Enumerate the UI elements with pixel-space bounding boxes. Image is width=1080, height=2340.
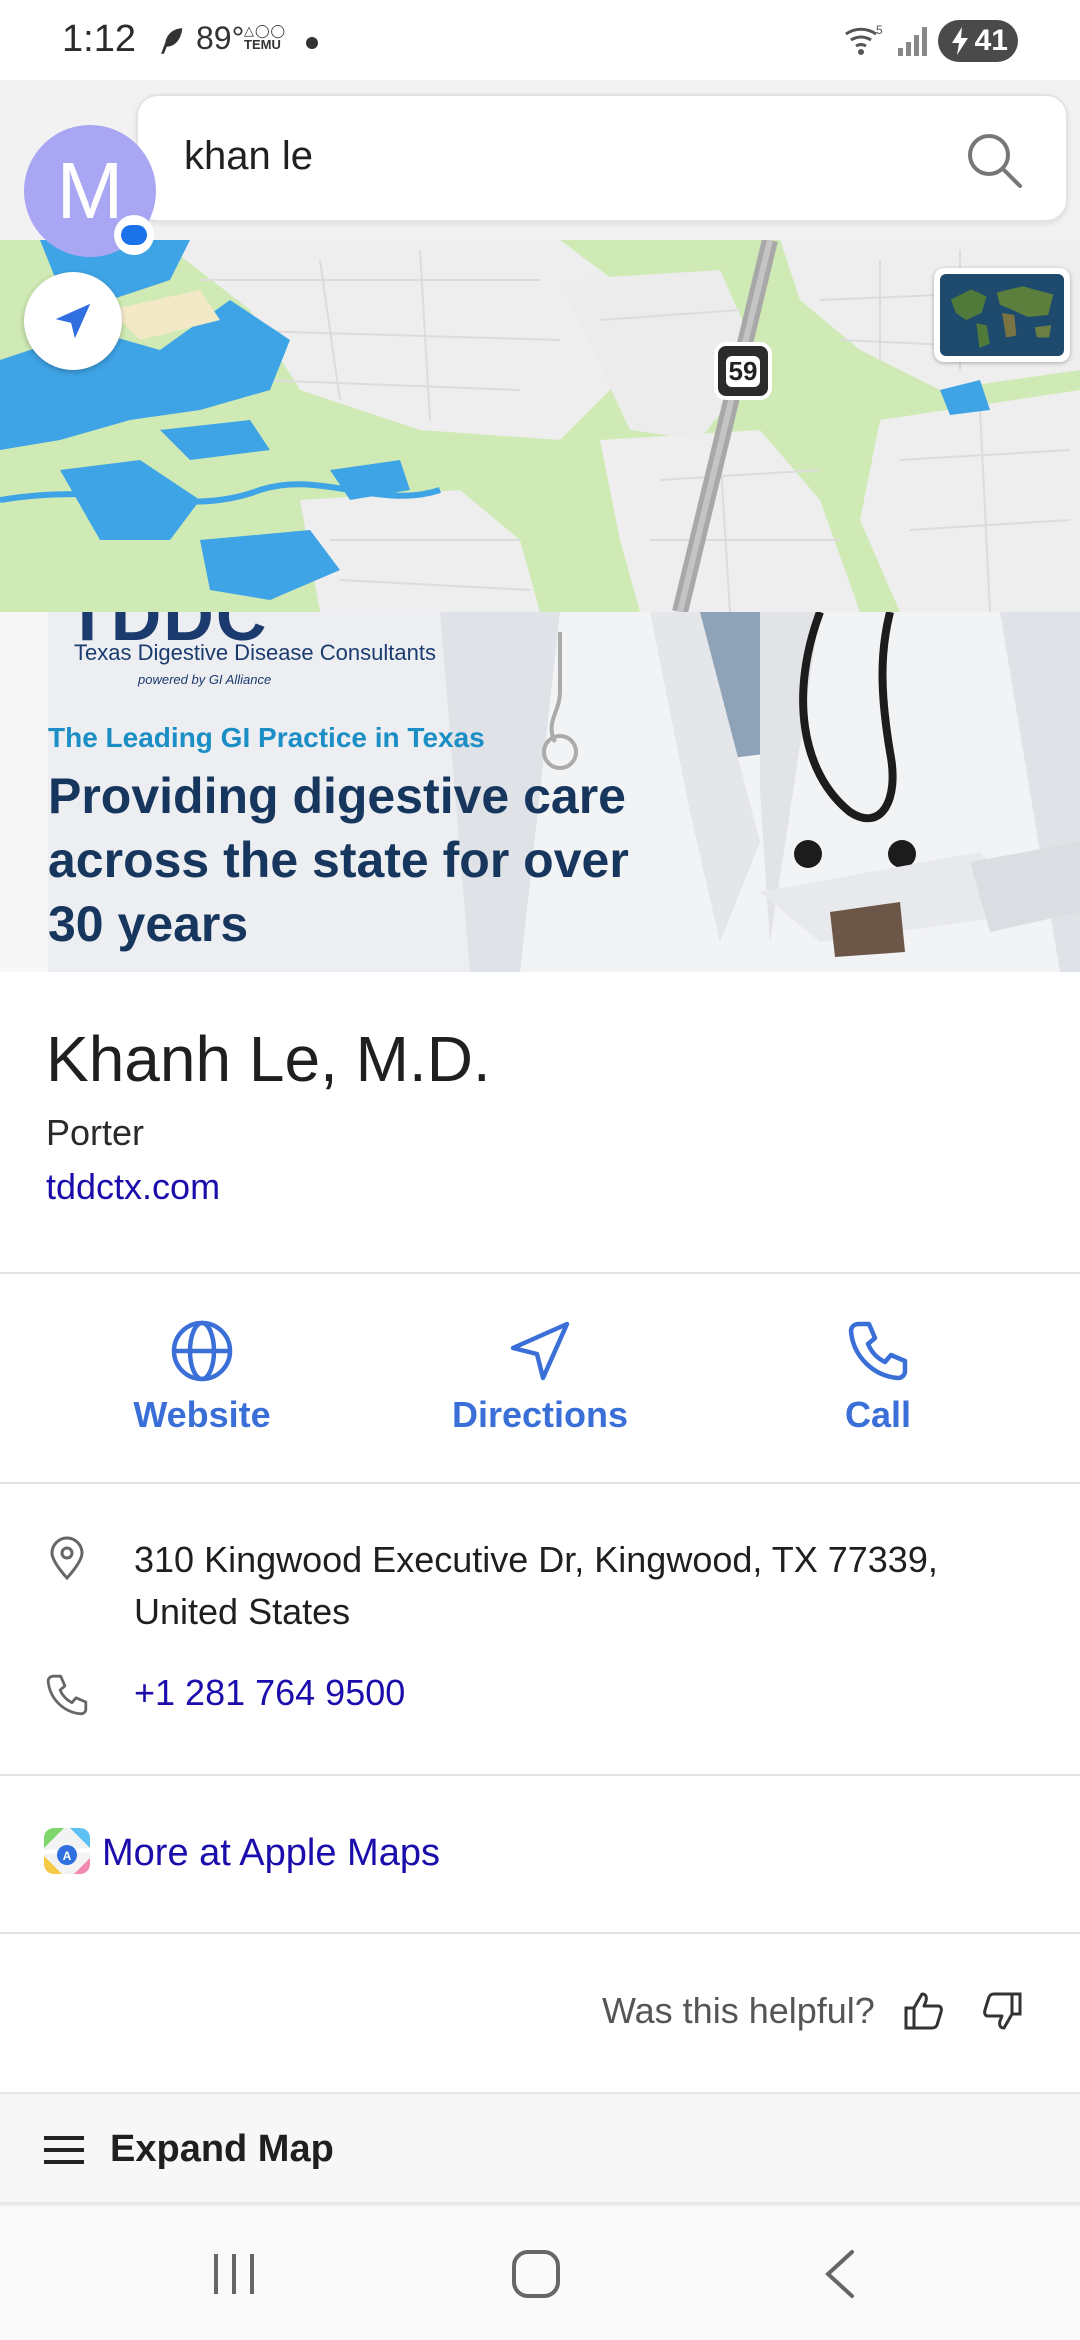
menu-icon — [44, 2136, 84, 2164]
directions-button[interactable]: Directions — [420, 1318, 660, 1436]
globe-icon — [171, 1320, 233, 1382]
wifi-icon: 5 — [845, 23, 883, 55]
phone-row[interactable]: +1 281 764 9500 — [0, 1672, 1080, 1726]
map-type-button[interactable] — [934, 268, 1070, 362]
website-button-label: Website — [133, 1394, 271, 1435]
logo-powered-by: powered by GI Alliance — [138, 672, 272, 687]
address-text[interactable]: 310 Kingwood Executive Dr, Kingwood, TX … — [134, 1534, 1034, 1638]
phone-icon — [46, 1674, 88, 1716]
globe-map-icon — [940, 274, 1064, 356]
directions-arrow-icon — [510, 1321, 570, 1381]
thumbs-up-icon[interactable] — [900, 1988, 946, 2034]
my-location-button[interactable] — [24, 272, 122, 370]
status-bar: 1:12 89° △◯◯ TEMU 5 41 — [0, 0, 1080, 80]
practice-banner-image[interactable]: TDDC Texas Digestive Disease Consultants… — [0, 612, 1080, 972]
notification-dot-icon — [306, 37, 318, 49]
place-locality: Porter — [46, 1112, 145, 1153]
recent-apps-icon[interactable] — [210, 2250, 260, 2298]
system-nav-bar — [0, 2206, 1080, 2340]
location-pin-icon — [50, 1536, 84, 1581]
location-arrow-icon — [55, 303, 91, 339]
status-time: 1:12 — [62, 18, 136, 60]
banner-eyebrow: The Leading GI Practice in Texas — [48, 722, 485, 753]
signal-icon — [898, 27, 927, 56]
map-view[interactable]: 59 — [0, 240, 1080, 612]
message-badge-icon — [114, 215, 154, 255]
address-row[interactable]: 310 Kingwood Executive Dr, Kingwood, TX … — [0, 1534, 1080, 1644]
highway-shield-icon: 59 — [714, 342, 772, 400]
apple-maps-icon: A — [44, 1828, 90, 1874]
search-input[interactable]: khan le — [136, 94, 1068, 222]
call-button-label: Call — [844, 1394, 912, 1435]
back-icon[interactable] — [822, 2248, 856, 2300]
search-icon[interactable] — [962, 128, 1026, 192]
map-canvas[interactable] — [0, 240, 1080, 612]
search-query[interactable]: khan le — [184, 134, 313, 179]
battery-level: 41 — [974, 24, 1008, 57]
logo-subtitle: Texas Digestive Disease Consultants — [74, 640, 436, 665]
phone-number-link[interactable]: +1 281 764 9500 — [134, 1672, 405, 1714]
expand-map-label: Expand Map — [110, 2128, 334, 2170]
expand-map-button[interactable]: Expand Map — [0, 2092, 1080, 2202]
search-header: khan le — [0, 80, 1080, 240]
action-row: Website Directions Call — [0, 1274, 1080, 1482]
feedback-question: Was this helpful? — [602, 1990, 875, 2031]
temu-notification-icon: △◯◯ TEMU — [244, 23, 287, 52]
directions-button-label: Directions — [451, 1394, 629, 1435]
website-button[interactable]: Website — [82, 1318, 322, 1436]
feedback-row: Was this helpful? — [0, 1934, 1080, 2090]
svg-text:A: A — [63, 1849, 72, 1863]
call-button[interactable]: Call — [758, 1318, 998, 1436]
banner-headline: Providing digestive care across the stat… — [48, 768, 629, 952]
status-temperature: 89° — [196, 20, 245, 56]
phone-icon — [848, 1321, 908, 1381]
apple-maps-link-row[interactable]: A More at Apple Maps — [0, 1776, 1080, 1932]
charging-bolt-icon — [952, 27, 968, 55]
place-website-link[interactable]: tddctx.com — [46, 1166, 220, 1208]
thumbs-down-icon[interactable] — [980, 1988, 1026, 2034]
place-title: Khanh Le, M.D. — [46, 1023, 491, 1095]
divider — [0, 1482, 1080, 1484]
battery-indicator: 41 — [938, 20, 1018, 62]
more-at-apple-maps-link[interactable]: More at Apple Maps — [102, 1832, 440, 1875]
svg-text:5: 5 — [876, 23, 883, 37]
feather-icon — [161, 28, 183, 54]
home-icon[interactable] — [510, 2248, 562, 2300]
